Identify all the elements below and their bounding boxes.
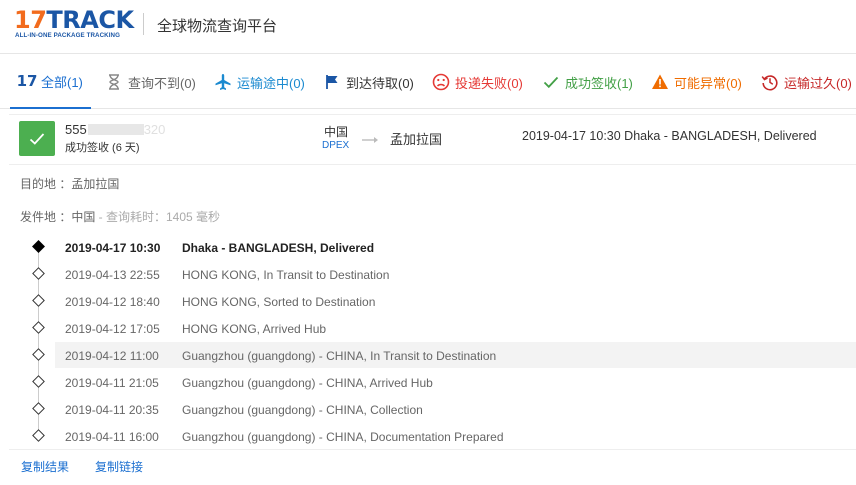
event-description: Guangzhou (guangdong) - CHINA, In Transi… (182, 349, 497, 363)
query-time: - 查询耗时：1405 毫秒 (95, 210, 221, 224)
event-time: 2019-04-11 20:35 (65, 403, 159, 417)
timeline-node (32, 375, 45, 388)
clock-back-icon (761, 73, 779, 91)
event-description: HONG KONG, Arrived Hub (182, 322, 327, 336)
package-status: 成功签收 (6 天) (65, 142, 140, 154)
copy-link-link[interactable]: 复制链接 (95, 458, 143, 475)
event-time: 2019-04-12 18:40 (65, 295, 160, 309)
tab-label: 全部(1) (41, 74, 83, 90)
event-description: Guangzhou (guangdong) - CHINA, Documenta… (182, 430, 504, 444)
event-time: 2019-04-12 17:05 (65, 322, 160, 336)
tab-overdue[interactable]: 运输过久(0) (761, 55, 852, 109)
tab-label: 到达待取(0) (346, 75, 414, 91)
tab-label: 查询不到(0) (128, 75, 196, 91)
tab-label: 投递失败(0) (455, 75, 523, 91)
timeline-event: 2019-04-13 22:55 HONG KONG, In Transit t… (55, 261, 856, 287)
hourglass-icon (105, 73, 123, 91)
tab-delivered[interactable]: 成功签收(1) (542, 55, 633, 109)
tab-label: 运输过久(0) (784, 75, 852, 91)
timeline-event: 2019-04-12 17:05 HONG KONG, Arrived Hub (55, 315, 856, 341)
package-summary[interactable]: 555 320 成功签收 (6 天) 中国 DPEX 孟加拉国 2019-04-1… (9, 115, 856, 165)
carrier-name[interactable]: DPEX (322, 140, 349, 151)
status-tabs: 17 全部(1) 查询不到(0) 运输途中(0) 到达待取(0) 投递失败(0)… (0, 55, 856, 109)
tab-exception[interactable]: 可能异常(0) (651, 55, 742, 109)
header-divider (143, 13, 144, 35)
tab-all[interactable]: 17 全部(1) (10, 55, 91, 109)
origin-line: 发件地 ：中国 - 查询耗时：1405 毫秒 (20, 208, 220, 225)
logo-track: TRACK (46, 6, 134, 34)
17track-logo[interactable]: 17TRACK ALL-IN-ONE PACKAGE TRACKING (14, 8, 134, 42)
destination-line: 目的地 ：孟加拉国 (20, 177, 120, 191)
origin-country: 中国 (324, 125, 349, 139)
event-time: 2019-04-13 22:55 (65, 268, 160, 282)
destination-country: 孟加拉国 (390, 132, 443, 147)
copy-result-link[interactable]: 复制结果 (21, 458, 69, 475)
latest-event: 2019-04-17 10:30 Dhaka - BANGLADESH, Del… (522, 129, 817, 143)
tab-in-transit[interactable]: 运输途中(0) (214, 55, 305, 109)
origin-label: 发件地 ：中国 (20, 210, 96, 224)
tab-not-found[interactable]: 查询不到(0) (105, 55, 196, 109)
event-time: 2019-04-11 21:05 (65, 376, 159, 390)
checkmark-icon (29, 132, 45, 145)
airplane-icon (214, 73, 232, 91)
event-time: 2019-04-17 10:30 (65, 241, 161, 255)
header: 17TRACK ALL-IN-ONE PACKAGE TRACKING 全球物流… (0, 0, 856, 54)
tracking-number[interactable]: 555 320 (65, 122, 165, 137)
timeline-event: 2019-04-11 21:05 Guangzhou (guangdong) -… (55, 369, 856, 395)
timeline-node-filled (32, 240, 45, 253)
timeline-event: 2019-04-12 18:40 HONG KONG, Sorted to De… (55, 288, 856, 314)
tracking-number-suffix: 320 (143, 122, 166, 137)
result-footer: 复制结果 复制链接 (9, 449, 856, 485)
tab-label: 运输途中(0) (237, 75, 305, 91)
tracking-number-prefix: 555 (65, 122, 87, 137)
event-time: 2019-04-12 11:00 (65, 349, 159, 363)
tab-label: 成功签收(1) (565, 75, 633, 91)
tab-label: 可能异常(0) (674, 75, 742, 91)
17-logo-icon: 17 (16, 72, 38, 90)
delivered-status-box (19, 121, 55, 156)
timeline-node (32, 321, 45, 334)
logo-17: 17 (14, 6, 47, 34)
sad-face-icon (432, 73, 450, 91)
timeline-node (32, 267, 45, 280)
timeline-node (32, 348, 45, 361)
timeline-event: 2019-04-11 16:00 Guangzhou (guangdong) -… (55, 423, 856, 449)
arrow-right-icon (361, 132, 381, 143)
event-description: HONG KONG, In Transit to Destination (182, 268, 390, 282)
event-time: 2019-04-11 16:00 (65, 430, 159, 444)
timeline-node (32, 294, 45, 307)
tracking-number-mask (87, 124, 144, 135)
flag-icon (323, 73, 341, 91)
page-title: 全球物流查询平台 (157, 18, 278, 35)
logo-tagline: ALL-IN-ONE PACKAGE TRACKING (15, 32, 121, 39)
timeline-node (32, 402, 45, 415)
event-description: Guangzhou (guangdong) - CHINA, Arrived H… (182, 376, 433, 390)
event-description: HONG KONG, Sorted to Destination (182, 295, 376, 309)
event-description: Guangzhou (guangdong) - CHINA, Collectio… (182, 403, 423, 417)
timeline-event: 2019-04-11 20:35 Guangzhou (guangdong) -… (55, 396, 856, 422)
checkmark-icon (542, 73, 560, 91)
warning-icon (651, 73, 669, 91)
timeline-event: 2019-04-12 11:00 Guangzhou (guangdong) -… (55, 342, 856, 368)
tracking-result-card: 555 320 成功签收 (6 天) 中国 DPEX 孟加拉国 2019-04-1… (9, 114, 856, 484)
tab-pickup[interactable]: 到达待取(0) (323, 55, 414, 109)
tracking-timeline: 2019-04-17 10:30 Dhaka - BANGLADESH, Del… (9, 233, 856, 449)
timeline-event: 2019-04-17 10:30 Dhaka - BANGLADESH, Del… (55, 234, 856, 260)
tab-delivery-failed[interactable]: 投递失败(0) (432, 55, 523, 109)
timeline-node (32, 429, 45, 442)
event-description: Dhaka - BANGLADESH, Delivered (182, 241, 375, 255)
